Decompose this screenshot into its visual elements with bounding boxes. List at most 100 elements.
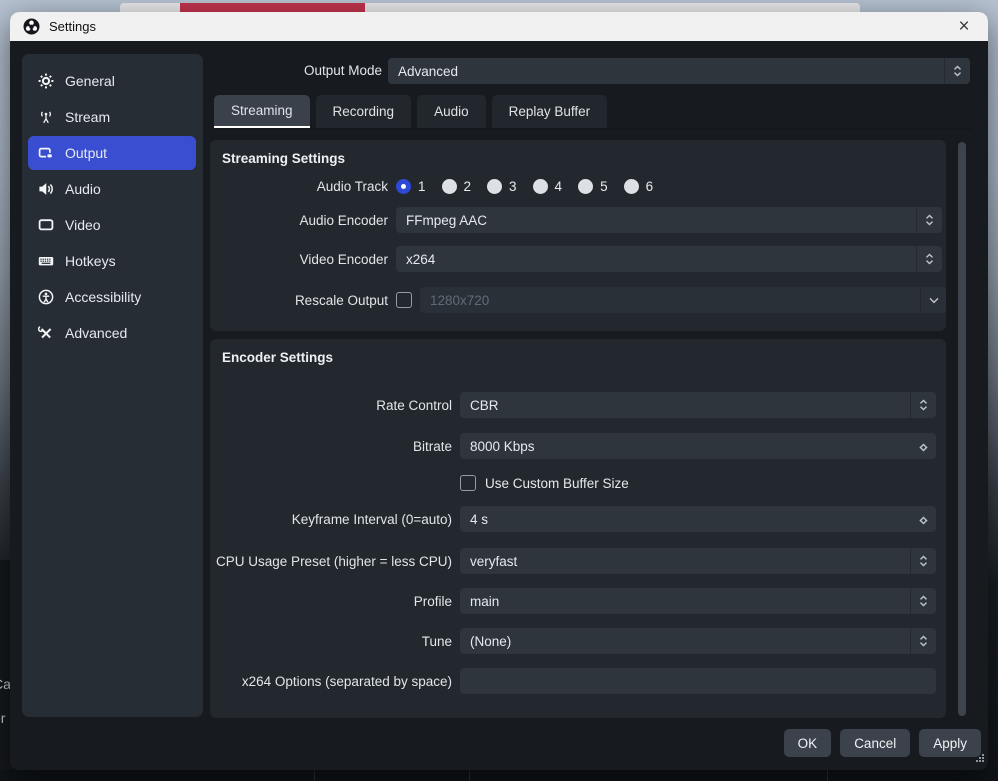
settings-window: Settings × General Stream [10, 12, 988, 770]
tab-recording[interactable]: Recording [316, 95, 412, 128]
audio-track-radio-3[interactable]: 3 [487, 179, 517, 194]
close-icon[interactable]: × [951, 12, 977, 41]
radio-label: 5 [600, 179, 608, 194]
dialog-footer: OK Cancel Apply [784, 729, 981, 757]
spin-down-icon[interactable] [919, 440, 928, 455]
output-icon [38, 145, 54, 161]
bitrate-value: 8000 Kbps [470, 439, 535, 454]
profile-select[interactable]: main [460, 588, 936, 614]
audio-encoder-value: FFmpeg AAC [406, 213, 487, 228]
sidebar-item-video[interactable]: Video [28, 208, 196, 242]
profile-label: Profile [210, 594, 452, 609]
x264-options-label: x264 Options (separated by space) [210, 674, 452, 689]
window-title: Settings [49, 19, 96, 34]
audio-track-radio-2[interactable]: 2 [442, 179, 472, 194]
keyframe-interval-row: Keyframe Interval (0=auto) 4 s [210, 506, 946, 532]
bitrate-spinner[interactable]: 8000 Kbps [460, 433, 936, 459]
sidebar-item-label: Output [65, 145, 107, 161]
desktop-background: Ca er Settings × General [0, 0, 998, 781]
sidebar-item-audio[interactable]: Audio [28, 172, 196, 206]
use-custom-buffer-label: Use Custom Buffer Size [485, 476, 629, 491]
bitrate-label: Bitrate [210, 439, 452, 454]
sidebar-item-label: Advanced [65, 325, 127, 341]
background-dock-strip [0, 770, 998, 781]
section-title: Streaming Settings [222, 151, 345, 166]
keyframe-interval-label: Keyframe Interval (0=auto) [210, 512, 452, 527]
x264-options-row: x264 Options (separated by space) [210, 668, 946, 694]
sidebar-item-label: General [65, 73, 115, 89]
keyframe-interval-spinner[interactable]: 4 s [460, 506, 936, 532]
cpu-preset-value: veryfast [470, 554, 517, 569]
sidebar-item-advanced[interactable]: Advanced [28, 316, 196, 350]
chevron-updown-icon [916, 246, 942, 272]
output-tabs: Streaming Recording Audio Replay Buffer [214, 95, 607, 128]
radio-label: 3 [509, 179, 517, 194]
cpu-preset-label: CPU Usage Preset (higher = less CPU) [210, 554, 452, 569]
radio-label: 6 [646, 179, 654, 194]
audio-track-label: Audio Track [210, 179, 388, 194]
radio-label: 2 [464, 179, 472, 194]
audio-encoder-select[interactable]: FFmpeg AAC [396, 207, 942, 233]
keyframe-interval-value: 4 s [470, 512, 488, 527]
output-mode-select[interactable]: Advanced [388, 58, 970, 84]
ok-button[interactable]: OK [784, 729, 832, 757]
rescale-output-label: Rescale Output [210, 293, 388, 308]
chevron-updown-icon [910, 628, 936, 654]
cancel-button[interactable]: Cancel [840, 729, 910, 757]
rescale-output-row: Rescale Output 1280x720 [210, 287, 946, 313]
section-title: Encoder Settings [222, 350, 333, 365]
rescale-resolution-select[interactable]: 1280x720 [420, 287, 946, 313]
spin-down-icon[interactable] [919, 513, 928, 528]
output-mode-value: Advanced [398, 64, 458, 79]
bitrate-row: Bitrate 8000 Kbps [210, 433, 946, 459]
antenna-icon [38, 109, 54, 125]
resize-grip[interactable] [975, 750, 985, 768]
sidebar-item-label: Accessibility [65, 289, 141, 305]
speaker-icon [38, 181, 54, 197]
tab-audio[interactable]: Audio [417, 95, 486, 128]
use-custom-buffer-checkbox[interactable] [460, 475, 476, 491]
sidebar-item-hotkeys[interactable]: Hotkeys [28, 244, 196, 278]
chevron-updown-icon [910, 588, 936, 614]
rescale-output-checkbox[interactable] [396, 292, 412, 308]
audio-track-radio-4[interactable]: 4 [533, 179, 563, 194]
tune-select[interactable]: (None) [460, 628, 936, 654]
settings-sidebar: General Stream Output [22, 54, 203, 717]
titlebar[interactable]: Settings × [10, 12, 988, 41]
sidebar-item-output[interactable]: Output [28, 136, 196, 170]
audio-track-radio-6[interactable]: 6 [624, 179, 654, 194]
vertical-scrollbar-thumb[interactable] [958, 142, 966, 716]
x264-options-input[interactable] [460, 668, 936, 694]
output-mode-label: Output Mode [190, 58, 382, 84]
sidebar-item-stream[interactable]: Stream [28, 100, 196, 134]
tab-replay-buffer[interactable]: Replay Buffer [492, 95, 608, 128]
cpu-preset-select[interactable]: veryfast [460, 548, 936, 574]
cpu-preset-row: CPU Usage Preset (higher = less CPU) ver… [210, 548, 946, 574]
radio-icon [533, 179, 548, 194]
radio-icon [396, 179, 411, 194]
radio-icon [578, 179, 593, 194]
apply-button[interactable]: Apply [919, 729, 981, 757]
tab-streaming[interactable]: Streaming [214, 95, 310, 128]
video-encoder-row: Video Encoder x264 [210, 246, 946, 272]
custom-buffer-row: Use Custom Buffer Size [210, 470, 946, 496]
gear-icon [38, 73, 54, 89]
sidebar-item-label: Video [65, 217, 101, 233]
audio-encoder-label: Audio Encoder [210, 213, 388, 228]
sidebar-item-general[interactable]: General [28, 64, 196, 98]
sidebar-item-accessibility[interactable]: Accessibility [28, 280, 196, 314]
rate-control-value: CBR [470, 398, 499, 413]
video-encoder-label: Video Encoder [210, 252, 388, 267]
audio-track-row: Audio Track 1 2 3 4 5 6 [210, 173, 946, 199]
audio-track-radio-5[interactable]: 5 [578, 179, 608, 194]
chevron-updown-icon [910, 548, 936, 574]
streaming-settings-panel: Streaming Settings Audio Track 1 2 3 4 5… [210, 140, 946, 331]
chevron-down-icon [920, 287, 946, 313]
rate-control-select[interactable]: CBR [460, 392, 936, 418]
video-encoder-select[interactable]: x264 [396, 246, 942, 272]
audio-track-radio-1[interactable]: 1 [396, 179, 426, 194]
radio-icon [487, 179, 502, 194]
background-divider [314, 770, 315, 781]
rescale-resolution-value: 1280x720 [430, 293, 489, 308]
obs-logo-icon [23, 18, 40, 35]
